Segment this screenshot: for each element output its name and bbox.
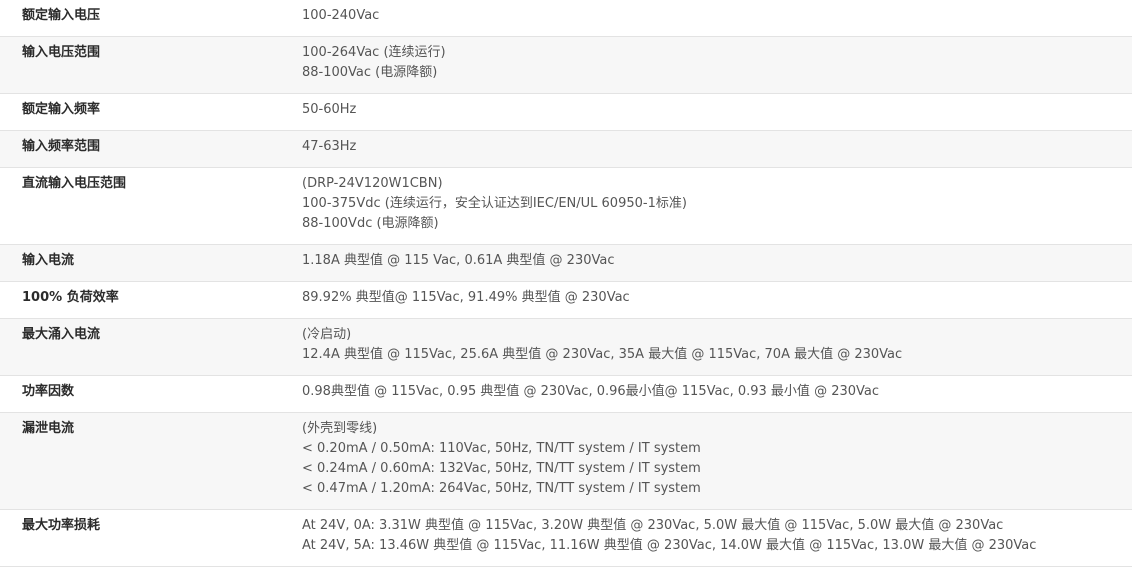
- spec-label: 直流输入电压范围: [0, 167, 280, 245]
- spec-value-line: 89.92% 典型值@ 115Vac, 91.49% 典型值 @ 230Vac: [302, 290, 630, 305]
- spec-row: 最大功率损耗 At 24V, 0A: 3.31W 典型值 @ 115Vac, 3.…: [0, 509, 1132, 567]
- spec-value-line: (DRP-24V120W1CBN): [302, 176, 443, 191]
- spec-row: 输入电压范围 100-264Vac (连续运行) 88-100Vac (电源降额): [0, 36, 1132, 94]
- spec-row: 功率因数 0.98典型值 @ 115Vac, 0.95 典型值 @ 230Vac,…: [0, 375, 1132, 413]
- spec-label: 额定输入电压: [0, 0, 280, 37]
- spec-label: 额定输入频率: [0, 93, 280, 131]
- spec-table-body: 额定输入电压 100-240Vac 输入电压范围 100-264Vac (连续运行) 8…: [0, 0, 1132, 567]
- spec-value: 47-63Hz: [280, 130, 1132, 168]
- spec-label: 最大涌入电流: [0, 318, 280, 376]
- spec-value: 100-240Vac: [280, 0, 1132, 37]
- spec-row: 直流输入电压范围 (DRP-24V120W1CBN) 100-375Vdc (连续运…: [0, 167, 1132, 245]
- spec-value-line: 50-60Hz: [302, 102, 357, 117]
- spec-value-line: (外壳到零线): [302, 421, 378, 436]
- spec-value-line: < 0.47mA / 1.20mA: 264Vac, 50Hz, TN/TT s…: [302, 481, 701, 496]
- spec-row: 额定输入频率 50-60Hz: [0, 93, 1132, 131]
- spec-value-line: < 0.20mA / 0.50mA: 110Vac, 50Hz, TN/TT s…: [302, 441, 701, 456]
- spec-row: 额定输入电压 100-240Vac: [0, 0, 1132, 37]
- spec-value-line: At 24V, 0A: 3.31W 典型值 @ 115Vac, 3.20W 典型…: [302, 518, 1004, 533]
- spec-value: 0.98典型值 @ 115Vac, 0.95 典型值 @ 230Vac, 0.9…: [280, 375, 1132, 413]
- spec-label: 功率因数: [0, 375, 280, 413]
- spec-value: 1.18A 典型值 @ 115 Vac, 0.61A 典型值 @ 230Vac: [280, 244, 1132, 282]
- spec-value-line: 100-240Vac: [302, 8, 380, 23]
- spec-value: 100-264Vac (连续运行) 88-100Vac (电源降额): [280, 36, 1132, 94]
- spec-value-line: 100-264Vac (连续运行): [302, 45, 446, 60]
- spec-row: 输入电流 1.18A 典型值 @ 115 Vac, 0.61A 典型值 @ 230…: [0, 244, 1132, 282]
- spec-value-line: 0.98典型值 @ 115Vac, 0.95 典型值 @ 230Vac, 0.9…: [302, 384, 880, 399]
- spec-value-line: < 0.24mA / 0.60mA: 132Vac, 50Hz, TN/TT s…: [302, 461, 701, 476]
- spec-table: 额定输入电压 100-240Vac 输入电压范围 100-264Vac (连续运行) 8…: [0, 0, 1132, 567]
- spec-value: 50-60Hz: [280, 93, 1132, 131]
- spec-label: 100% 负荷效率: [0, 281, 280, 319]
- spec-row: 最大涌入电流 (冷启动) 12.4A 典型值 @ 115Vac, 25.6A 典型值…: [0, 318, 1132, 376]
- spec-row: 输入频率范围 47-63Hz: [0, 130, 1132, 168]
- spec-label: 最大功率损耗: [0, 509, 280, 567]
- spec-label: 漏泄电流: [0, 412, 280, 510]
- spec-label: 输入电压范围: [0, 36, 280, 94]
- spec-row: 100% 负荷效率 89.92% 典型值@ 115Vac, 91.49% 典型值 …: [0, 281, 1132, 319]
- spec-value: 89.92% 典型值@ 115Vac, 91.49% 典型值 @ 230Vac: [280, 281, 1132, 319]
- spec-value-line: (冷启动): [302, 327, 352, 342]
- spec-value: (DRP-24V120W1CBN) 100-375Vdc (连续运行，安全认证达到…: [280, 167, 1132, 245]
- spec-value-line: 1.18A 典型值 @ 115 Vac, 0.61A 典型值 @ 230Vac: [302, 253, 615, 268]
- spec-value-line: 88-100Vdc (电源降额): [302, 216, 439, 231]
- spec-value-line: 47-63Hz: [302, 139, 357, 154]
- spec-row: 漏泄电流 (外壳到零线) < 0.20mA / 0.50mA: 110Vac, 50…: [0, 412, 1132, 510]
- spec-label: 输入电流: [0, 244, 280, 282]
- spec-label: 输入频率范围: [0, 130, 280, 168]
- spec-value: (外壳到零线) < 0.20mA / 0.50mA: 110Vac, 50Hz, …: [280, 412, 1132, 510]
- spec-value-line: At 24V, 5A: 13.46W 典型值 @ 115Vac, 11.16W …: [302, 538, 1037, 553]
- spec-value-line: 88-100Vac (电源降额): [302, 65, 438, 80]
- spec-value-line: 12.4A 典型值 @ 115Vac, 25.6A 典型值 @ 230Vac, …: [302, 347, 903, 362]
- spec-value: At 24V, 0A: 3.31W 典型值 @ 115Vac, 3.20W 典型…: [280, 509, 1132, 567]
- spec-value: (冷启动) 12.4A 典型值 @ 115Vac, 25.6A 典型值 @ 230…: [280, 318, 1132, 376]
- spec-value-line: 100-375Vdc (连续运行，安全认证达到IEC/EN/UL 60950-1…: [302, 196, 687, 211]
